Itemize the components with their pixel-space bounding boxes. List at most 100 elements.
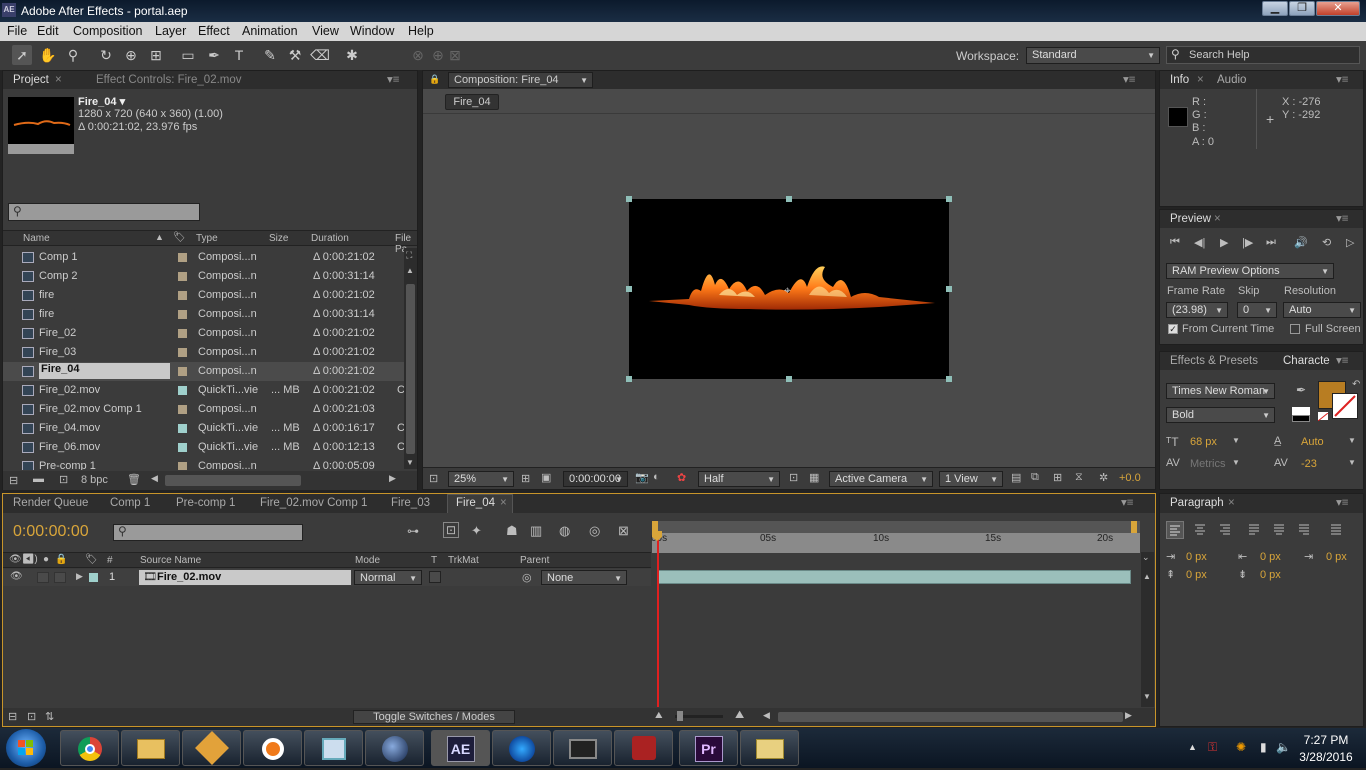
menu-animation[interactable]: Animation (242, 24, 298, 38)
eyedropper-icon[interactable]: ✒ (1296, 383, 1306, 397)
label-color-swatch[interactable] (178, 367, 187, 376)
justify-left-icon[interactable] (1246, 521, 1264, 539)
search-help-input[interactable]: Search Help (1166, 46, 1360, 64)
grid-icon[interactable]: ⊞ (521, 472, 530, 485)
workspace-dropdown[interactable]: Standard (1026, 47, 1160, 64)
channels-icon[interactable]: ✿ (677, 471, 686, 484)
clock-date[interactable]: 3/28/2016 (1298, 750, 1354, 764)
label-column-icon[interactable]: 🏷 (85, 554, 98, 565)
col-name[interactable]: Name (23, 233, 50, 244)
align-center-icon[interactable] (1192, 521, 1210, 539)
panel-menu-icon[interactable]: ▾≡ (1123, 72, 1135, 89)
frame-rate-dropdown[interactable]: (23.98) (1166, 302, 1228, 318)
full-screen-checkbox[interactable] (1290, 324, 1300, 334)
tab-preview[interactable]: Preview (1170, 211, 1211, 228)
timeline-timecode[interactable]: 0:00:00:00 (13, 523, 89, 541)
interpret-footage-icon[interactable]: ⊟ (9, 474, 18, 487)
project-row[interactable]: Comp 1 Composi...n Δ 0:00:21:02 (3, 248, 405, 267)
snapshot-icon[interactable]: 📷 (635, 471, 649, 484)
view-axis-icon[interactable]: ⊠ (445, 45, 465, 65)
project-row[interactable]: fire Composi...n Δ 0:00:21:02 (3, 286, 405, 305)
label-color-swatch[interactable] (178, 405, 187, 414)
scroll-right-icon[interactable]: ▶ (389, 473, 396, 484)
tab-close-icon[interactable]: × (1214, 211, 1221, 228)
fast-previews-icon[interactable]: ⊡ (789, 471, 798, 484)
first-frame-icon[interactable]: ⏮ (1170, 236, 1180, 249)
auto-keyframe-icon[interactable]: ⊠ (618, 523, 629, 539)
current-time-indicator[interactable] (657, 531, 659, 707)
font-style-dropdown[interactable]: Bold (1166, 407, 1275, 423)
camera-tool-icon[interactable]: ⊕ (121, 45, 141, 65)
eraser-tool-icon[interactable]: ⌫ (310, 45, 330, 65)
loop-icon[interactable]: ⟲ (1322, 236, 1331, 249)
minimize-button[interactable]: ▁ (1262, 1, 1288, 16)
col-type[interactable]: Type (196, 233, 218, 244)
project-row[interactable]: Comp 2 Composi...n Δ 0:00:31:14 (3, 267, 405, 286)
tab-effects-presets[interactable]: Effects & Presets (1170, 353, 1258, 370)
always-preview-icon[interactable]: ⊡ (429, 472, 438, 485)
puppet-tool-icon[interactable]: ✱ (342, 45, 362, 65)
layer-name-field[interactable]: 🎞 Fire_02.mov (139, 570, 351, 585)
black-white-swatch[interactable] (1292, 415, 1310, 422)
font-size-dropdown-icon[interactable]: ▼ (1232, 436, 1240, 445)
tab-fire-02-mov-comp-1[interactable]: Fire_02.mov Comp 1 (260, 495, 367, 512)
video-switch-icon[interactable]: 👁◀) (9, 554, 38, 565)
handle-tl[interactable] (626, 196, 632, 202)
tray-icon-1[interactable]: ⚿ (1208, 740, 1217, 755)
type-tool-icon[interactable]: T (229, 45, 249, 65)
tab-info[interactable]: Info (1170, 72, 1189, 89)
sort-icon[interactable]: ▲ (155, 232, 164, 242)
layer-row[interactable]: 👁 ▶ 1 🎞 Fire_02.mov Normal ◎ None (3, 569, 651, 586)
stroke-color-swatch[interactable] (1332, 393, 1358, 419)
exposure-value[interactable]: +0.0 (1119, 472, 1141, 484)
rotate-tool-icon[interactable]: ↻ (96, 45, 116, 65)
chrome-icon[interactable] (60, 730, 119, 766)
space-before-value[interactable]: 0 px (1186, 569, 1207, 581)
new-comp-icon[interactable]: ⊡ (59, 473, 68, 486)
exposure-reset-icon[interactable]: ✲ (1099, 471, 1108, 484)
label-color-swatch[interactable] (178, 329, 187, 338)
label-color-swatch[interactable] (178, 386, 187, 395)
swap-colors-icon[interactable]: ↶ (1352, 379, 1360, 390)
tab-close-icon[interactable]: × (55, 72, 62, 89)
leading-value[interactable]: Auto (1301, 436, 1324, 448)
volume-icon[interactable]: 🔈 (1276, 740, 1291, 754)
handle-bc[interactable] (786, 376, 792, 382)
panel-menu-icon[interactable]: ▾≡ (1336, 353, 1348, 370)
tab-close-icon[interactable]: × (1197, 72, 1204, 89)
tab-fire-03[interactable]: Fire_03 (391, 495, 430, 512)
timeline-search-input[interactable] (113, 524, 303, 541)
handle-ml[interactable] (626, 286, 632, 292)
indent-right-value[interactable]: 0 px (1260, 551, 1281, 563)
tab-pre-comp-1[interactable]: Pre-comp 1 (176, 495, 235, 512)
timeline-hscroll-thumb[interactable] (778, 712, 1123, 722)
project-row[interactable]: Fire_03 Composi...n Δ 0:00:21:02 (3, 343, 405, 362)
lock-icon[interactable]: 🔒 (429, 74, 440, 85)
globe-icon[interactable] (492, 730, 551, 766)
panel-menu-icon[interactable]: ▾≡ (1336, 211, 1348, 228)
play-icon[interactable]: ▶ (1220, 236, 1228, 249)
after-effects-alt-icon[interactable] (182, 730, 241, 766)
col-duration[interactable]: Duration (311, 233, 349, 244)
zoom-in-icon[interactable]: ⛰ (735, 709, 744, 722)
project-row[interactable]: fire Composi...n Δ 0:00:31:14 (3, 305, 405, 324)
tab-effect-controls[interactable]: Effect Controls: Fire_02.mov (96, 72, 242, 89)
selection-tool-icon[interactable]: ➚ (12, 45, 32, 65)
project-row[interactable]: Fire_04.mov QuickTi...vie ... MB Δ 0:00:16:… (3, 419, 405, 438)
panel-menu-icon[interactable]: ▾≡ (1336, 72, 1348, 89)
label-color-swatch[interactable] (178, 253, 187, 262)
tracking-dropdown-icon[interactable]: ▼ (1348, 458, 1356, 467)
first-line-indent-value[interactable]: 0 px (1326, 551, 1347, 563)
space-after-value[interactable]: 0 px (1260, 569, 1281, 581)
mute-audio-icon[interactable]: 🔊 (1294, 236, 1308, 249)
work-area-bar[interactable] (652, 521, 1140, 533)
tab-fire-04[interactable]: Fire_04 (456, 495, 495, 512)
col-number[interactable]: # (107, 555, 113, 566)
project-row[interactable]: Pre-comp 1 Composi...n Δ 0:00:05:09 (3, 457, 405, 470)
next-frame-icon[interactable]: |▶ (1242, 236, 1253, 249)
pan-behind-tool-icon[interactable]: ⊞ (146, 45, 166, 65)
after-effects-icon[interactable]: AE (431, 730, 490, 766)
draft-3d-icon[interactable]: ⊡ (443, 522, 460, 538)
panel-menu-icon[interactable]: ▾≡ (387, 72, 399, 89)
region-of-interest-icon[interactable]: ▣ (541, 471, 551, 484)
